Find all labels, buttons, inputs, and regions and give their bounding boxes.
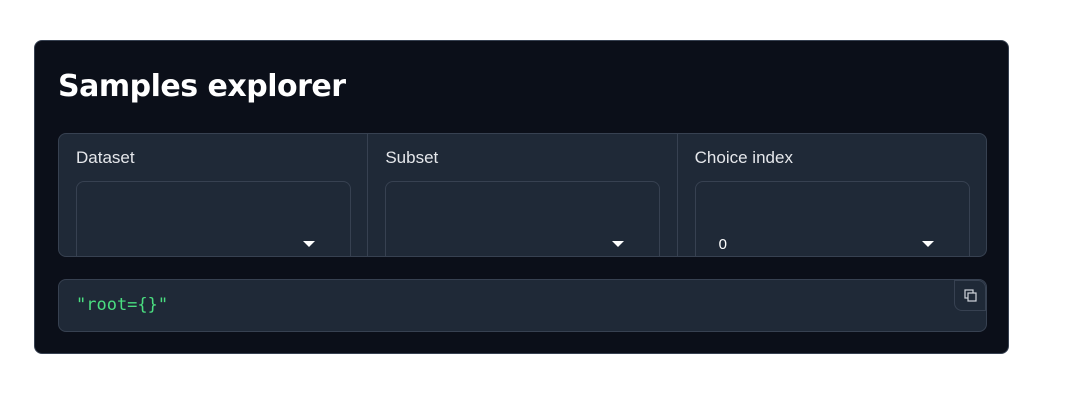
caret-down-icon bbox=[612, 241, 625, 247]
dataset-control: Dataset bbox=[59, 134, 369, 256]
choice-index-label: Choice index bbox=[694, 148, 793, 167]
choice-index-value: 0 bbox=[718, 236, 727, 253]
choice-index-dropdown[interactable]: 0 bbox=[694, 181, 970, 256]
dataset-dropdown[interactable] bbox=[76, 181, 351, 256]
controls-row: Dataset Subset Choice index 0 bbox=[58, 133, 987, 257]
dataset-label: Dataset bbox=[76, 148, 135, 167]
samples-explorer-panel: Samples explorer Dataset Subset Choice i… bbox=[34, 40, 1009, 354]
caret-down-icon bbox=[303, 241, 315, 247]
subset-control: Subset bbox=[368, 134, 678, 256]
subset-dropdown[interactable] bbox=[385, 181, 661, 256]
subset-label: Subset bbox=[385, 148, 439, 167]
page-title: Samples explorer bbox=[58, 69, 346, 104]
choice-index-control: Choice index 0 bbox=[678, 134, 986, 256]
json-text: "root={}" bbox=[76, 295, 169, 315]
copy-icon bbox=[964, 289, 977, 302]
json-output: "root={}" bbox=[58, 279, 987, 332]
caret-down-icon bbox=[921, 241, 934, 247]
copy-button[interactable] bbox=[954, 280, 986, 311]
